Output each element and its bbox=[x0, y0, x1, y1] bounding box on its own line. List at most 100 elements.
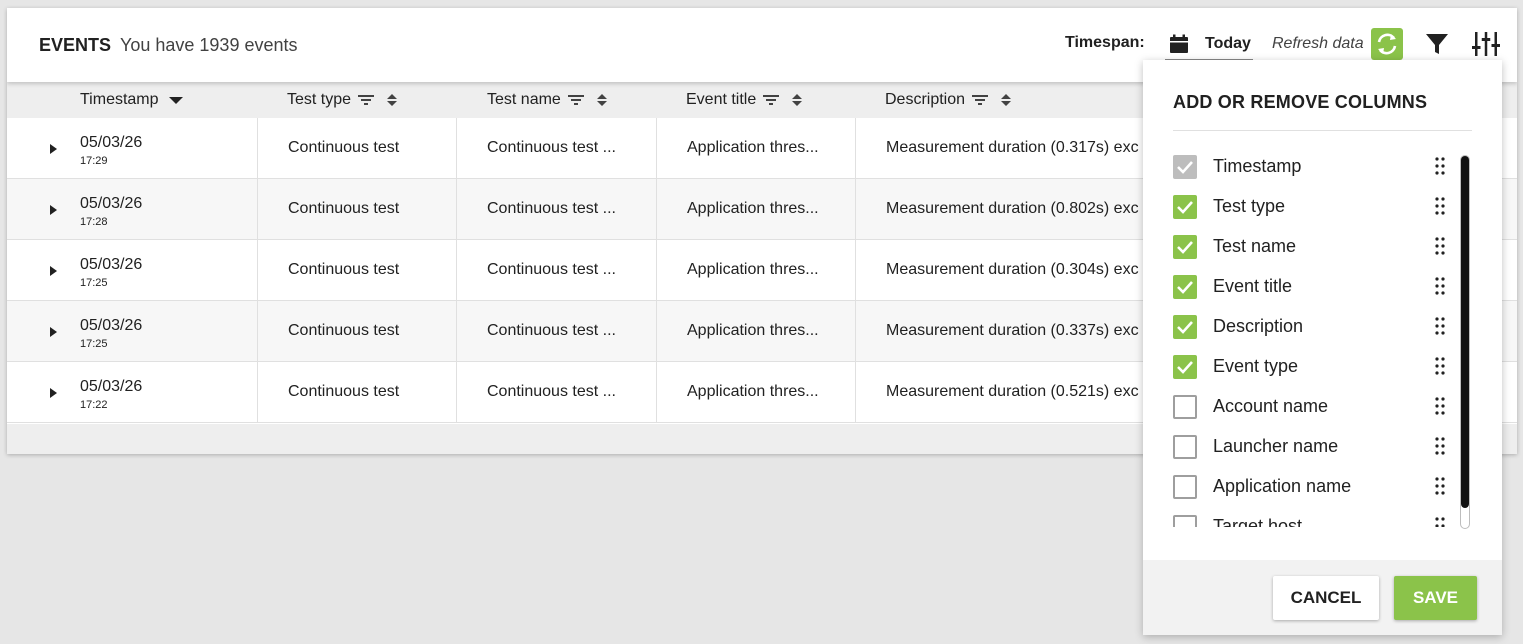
drag-handle-icon[interactable] bbox=[1435, 317, 1445, 335]
checkbox-checked[interactable] bbox=[1173, 315, 1197, 339]
sort-icon[interactable] bbox=[1000, 93, 1012, 107]
column-header-test-type[interactable]: Test type bbox=[287, 91, 398, 109]
column-option-label: Event type bbox=[1213, 356, 1299, 376]
row-test-type: Continuous test bbox=[288, 322, 400, 339]
expand-row-icon[interactable] bbox=[47, 325, 59, 339]
sort-icon[interactable] bbox=[596, 93, 608, 107]
timespan-select[interactable]: Today bbox=[1165, 30, 1253, 60]
column-option-event-type[interactable]: Event type bbox=[1173, 347, 1453, 387]
row-test-name: Continuous test ... bbox=[487, 200, 616, 217]
column-picker-panel: ADD OR REMOVE COLUMNS Timestamp Test typ… bbox=[1143, 60, 1502, 635]
drag-handle-icon[interactable] bbox=[1435, 157, 1445, 175]
column-header-event-title[interactable]: Event title bbox=[686, 91, 803, 109]
drag-handle-icon[interactable] bbox=[1435, 197, 1445, 215]
drag-handle-icon[interactable] bbox=[1435, 517, 1445, 527]
row-date: 05/03/26 bbox=[80, 317, 143, 334]
checkbox-unchecked[interactable] bbox=[1173, 395, 1197, 419]
sort-icon[interactable] bbox=[791, 93, 803, 107]
filter-lines-icon[interactable] bbox=[567, 94, 584, 106]
drag-handle-icon[interactable] bbox=[1435, 237, 1445, 255]
filter-lines-icon[interactable] bbox=[972, 94, 989, 106]
panel-divider bbox=[1173, 130, 1472, 131]
row-description: Measurement duration (0.337s) exc bbox=[886, 322, 1139, 339]
drag-handle-icon[interactable] bbox=[1435, 277, 1445, 295]
filter-lines-icon[interactable] bbox=[358, 94, 375, 106]
column-option-application-name[interactable]: Application name bbox=[1173, 467, 1453, 507]
column-list-scrollbar[interactable] bbox=[1460, 155, 1470, 529]
timespan-label: Timespan: bbox=[1065, 34, 1145, 51]
checkbox-unchecked[interactable] bbox=[1173, 515, 1197, 527]
column-option-label: Timestamp bbox=[1213, 156, 1302, 176]
row-date: 05/03/26 bbox=[80, 195, 143, 212]
sort-desc-icon[interactable] bbox=[168, 95, 183, 105]
row-time: 17:29 bbox=[80, 155, 108, 167]
cancel-button[interactable]: CANCEL bbox=[1273, 576, 1379, 620]
filter-lines-icon[interactable] bbox=[763, 94, 780, 106]
drag-handle-icon[interactable] bbox=[1435, 437, 1445, 455]
checkbox-checked[interactable] bbox=[1173, 195, 1197, 219]
row-description: Measurement duration (0.521s) exc bbox=[886, 383, 1139, 400]
row-test-type: Continuous test bbox=[288, 139, 400, 156]
column-option-description[interactable]: Description bbox=[1173, 307, 1453, 347]
column-option-label: Test type bbox=[1213, 196, 1286, 216]
row-description: Measurement duration (0.317s) exc bbox=[886, 139, 1139, 156]
column-option-label: Event title bbox=[1213, 276, 1293, 296]
row-event-title: Application thres... bbox=[687, 383, 819, 400]
checkbox-unchecked[interactable] bbox=[1173, 475, 1197, 499]
row-time: 17:22 bbox=[80, 399, 108, 411]
refresh-button[interactable] bbox=[1371, 28, 1403, 60]
row-time: 17:25 bbox=[80, 338, 108, 350]
sort-icon[interactable] bbox=[386, 93, 398, 107]
column-settings-icon[interactable] bbox=[1472, 31, 1500, 57]
row-test-type: Continuous test bbox=[288, 261, 400, 278]
row-event-title: Application thres... bbox=[687, 322, 819, 339]
column-option-label: Account name bbox=[1213, 396, 1329, 416]
column-option-launcher-name[interactable]: Launcher name bbox=[1173, 427, 1453, 467]
column-option-account-name[interactable]: Account name bbox=[1173, 387, 1453, 427]
expand-row-icon[interactable] bbox=[47, 386, 59, 400]
drag-handle-icon[interactable] bbox=[1435, 397, 1445, 415]
expand-row-icon[interactable] bbox=[47, 203, 59, 217]
row-time: 17:28 bbox=[80, 216, 108, 228]
checkbox-disabled bbox=[1173, 155, 1197, 179]
save-button[interactable]: SAVE bbox=[1394, 576, 1477, 620]
column-option-label: Description bbox=[1213, 316, 1304, 336]
filter-icon[interactable] bbox=[1425, 32, 1449, 56]
drag-handle-icon[interactable] bbox=[1435, 477, 1445, 495]
row-event-title: Application thres... bbox=[687, 139, 819, 156]
row-test-name: Continuous test ... bbox=[487, 261, 616, 278]
row-event-title: Application thres... bbox=[687, 261, 819, 278]
column-option-label: Launcher name bbox=[1213, 436, 1339, 456]
column-option-timestamp: Timestamp bbox=[1173, 147, 1453, 187]
scrollbar-thumb[interactable] bbox=[1461, 156, 1469, 508]
column-option-test-type[interactable]: Test type bbox=[1173, 187, 1453, 227]
drag-handle-icon[interactable] bbox=[1435, 357, 1445, 375]
checkbox-checked[interactable] bbox=[1173, 355, 1197, 379]
checkbox-checked[interactable] bbox=[1173, 235, 1197, 259]
column-option-label: Application name bbox=[1213, 476, 1352, 496]
column-option-test-name[interactable]: Test name bbox=[1173, 227, 1453, 267]
panel-title: ADD OR REMOVE COLUMNS bbox=[1173, 92, 1428, 112]
refresh-icon bbox=[1377, 33, 1397, 55]
refresh-label: Refresh data bbox=[1272, 35, 1364, 52]
column-header-description[interactable]: Description bbox=[885, 91, 1012, 109]
column-header-timestamp[interactable]: Timestamp bbox=[80, 91, 183, 109]
column-option-label: Test name bbox=[1213, 236, 1297, 256]
column-option-target-host[interactable]: Target host bbox=[1173, 507, 1453, 527]
column-option-label: Target host bbox=[1213, 516, 1303, 527]
row-description: Measurement duration (0.802s) exc bbox=[886, 200, 1139, 217]
checkbox-unchecked[interactable] bbox=[1173, 435, 1197, 459]
expand-row-icon[interactable] bbox=[47, 142, 59, 156]
column-list: Timestamp Test type Test name Event titl… bbox=[1143, 147, 1502, 527]
expand-row-icon[interactable] bbox=[47, 264, 59, 278]
column-option-event-title[interactable]: Event title bbox=[1173, 267, 1453, 307]
column-header-test-name[interactable]: Test name bbox=[487, 91, 608, 109]
checkbox-checked[interactable] bbox=[1173, 275, 1197, 299]
row-test-name: Continuous test ... bbox=[487, 383, 616, 400]
panel-footer: CANCEL SAVE bbox=[1143, 560, 1502, 635]
timespan-value: Today bbox=[1205, 35, 1251, 52]
page-title: EVENTS bbox=[39, 35, 112, 55]
events-count: You have 1939 events bbox=[120, 35, 298, 55]
row-date: 05/03/26 bbox=[80, 378, 143, 395]
row-date: 05/03/26 bbox=[80, 256, 143, 273]
